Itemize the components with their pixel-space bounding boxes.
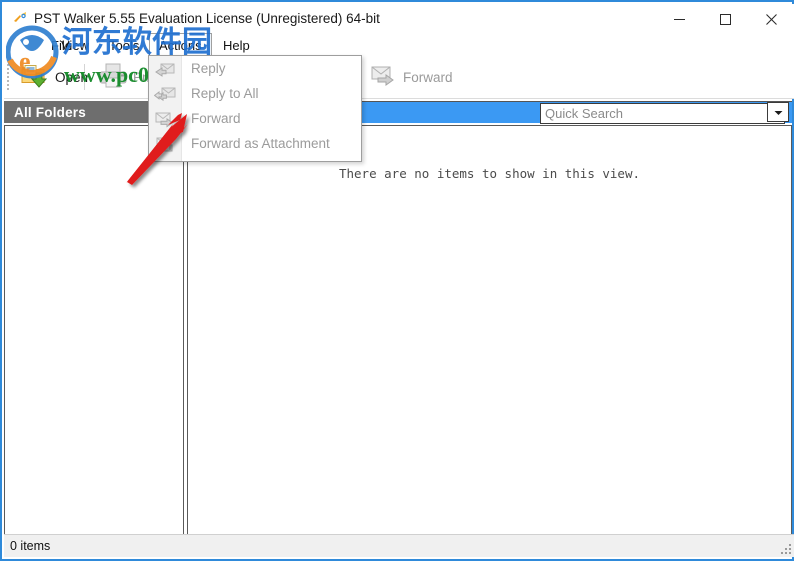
menu-item-forward-as-attachment[interactable]: Forward as Attachment [149, 131, 361, 156]
printer-icon [98, 60, 128, 95]
open-button[interactable]: Open [14, 59, 94, 95]
menu-item-forward-label: Forward [191, 111, 241, 126]
menu-item-reply-label: Reply [191, 61, 226, 76]
menu-tools[interactable]: Tools [100, 34, 148, 56]
title-bar: PST Walker 5.55 Evaluation License (Unre… [4, 4, 794, 34]
search-dropdown-button[interactable] [767, 102, 789, 122]
menu-actions-label: Actions [159, 38, 202, 53]
menu-view[interactable]: View [52, 34, 98, 56]
search-input[interactable] [541, 105, 766, 122]
minimize-icon[interactable] [656, 4, 702, 34]
forward-button-label: Forward [403, 69, 453, 85]
print-button[interactable]: Pri [92, 59, 156, 95]
pst-walker-icon [12, 10, 30, 28]
menu-item-forward[interactable]: Forward [149, 106, 361, 131]
forward-icon [368, 60, 398, 95]
status-bar: 0 items [4, 534, 794, 557]
menu-item-reply[interactable]: Reply [149, 56, 361, 81]
quick-search-box[interactable] [540, 103, 785, 124]
attachment-icon [149, 131, 181, 156]
reply-all-icon [149, 81, 181, 106]
menu-tools-label: Tools [109, 37, 140, 53]
menu-view-label: View [61, 37, 89, 53]
menu-actions[interactable]: Actions [149, 33, 212, 57]
menu-item-reply-to-all[interactable]: Reply to All [149, 81, 361, 106]
reply-icon [149, 56, 181, 81]
menu-bar: File View Tools Actions Help [4, 33, 794, 57]
all-folders-label: All Folders [14, 104, 86, 120]
actions-dropdown-menu: Reply Reply to All Forward Forward as At… [148, 55, 362, 162]
toolbar-separator [84, 64, 85, 90]
window-title: PST Walker 5.55 Evaluation License (Unre… [34, 11, 380, 26]
menu-item-forward-as-attachment-label: Forward as Attachment [191, 136, 330, 151]
application-window: PST Walker 5.55 Evaluation License (Unre… [0, 0, 794, 561]
maximize-icon[interactable] [702, 4, 748, 34]
toolbar-grip[interactable] [7, 62, 11, 92]
toolbar: Open Pri Repl [4, 56, 794, 99]
open-folder-icon [20, 60, 50, 95]
empty-list-message: There are no items to show in this view. [338, 166, 641, 181]
status-item-count: 0 items [10, 539, 51, 553]
chevron-down-icon [774, 103, 783, 121]
close-icon[interactable] [748, 4, 794, 34]
menu-help[interactable]: Help [214, 34, 259, 56]
menu-item-reply-to-all-label: Reply to All [191, 86, 259, 101]
resize-grip-icon[interactable] [779, 542, 791, 554]
message-list-panel[interactable]: There are no items to show in this view. [187, 125, 792, 536]
folder-tree-panel[interactable] [4, 125, 184, 536]
menu-help-label: Help [223, 37, 250, 53]
forward-button[interactable]: Forward [362, 59, 459, 95]
forward-icon [149, 106, 181, 131]
